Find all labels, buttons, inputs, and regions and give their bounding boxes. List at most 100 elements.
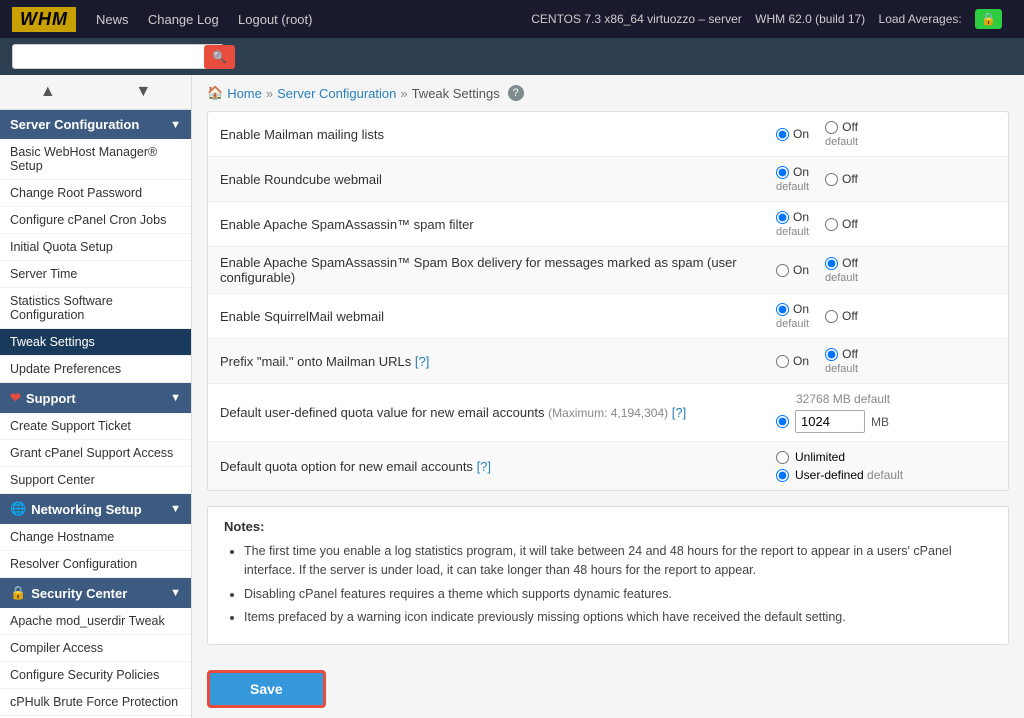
list-item: The first time you enable a log statisti… [244, 542, 992, 580]
sidebar-item-apache-mod[interactable]: Apache mod_userdir Tweak [0, 608, 191, 635]
mailman-prefix-help-link[interactable]: [?] [415, 354, 429, 369]
default-badge-mailman: default [825, 136, 858, 148]
radio-off-col-roundcube: Off [825, 172, 858, 186]
help-icon[interactable]: ? [508, 85, 524, 101]
nav-logout[interactable]: Logout (root) [238, 12, 312, 27]
mailman-on-label: On [793, 127, 809, 141]
chevron-down-icon: ▼ [170, 119, 181, 131]
notes-list: The first time you enable a log statisti… [224, 542, 992, 627]
sidebar-item-quota[interactable]: Initial Quota Setup [0, 234, 191, 261]
roundcube-off-radio[interactable] [825, 173, 838, 186]
setting-label-mailman-prefix: Prefix "mail." onto Mailman URLs [?] [220, 354, 776, 369]
save-button[interactable]: Save [207, 670, 326, 708]
home-icon: 🏠 [207, 85, 223, 101]
save-section: Save [207, 660, 1009, 718]
chevron-down-icon-networking: ▼ [170, 503, 181, 515]
quota-value-input[interactable]: 1024 [795, 410, 865, 433]
table-row: Enable SquirrelMail webmail On default O… [208, 294, 1008, 339]
spambox-off-radio[interactable] [825, 257, 838, 270]
mailman-off-label: Off [842, 120, 858, 134]
search-button[interactable]: 🔍 [204, 45, 235, 69]
quota-custom-radio[interactable] [776, 415, 789, 428]
sidebar-section-server-config[interactable]: Server Configuration ▼ [0, 110, 191, 139]
mailman-on-radio[interactable] [776, 128, 789, 141]
roundcube-on-radio[interactable] [776, 166, 789, 179]
radio-off-mailman[interactable]: Off [825, 120, 858, 134]
sidebar-item-basic-setup[interactable]: Basic WebHost Manager® Setup [0, 139, 191, 180]
table-row: Default user-defined quota value for new… [208, 384, 1008, 442]
spamassassin-off-radio[interactable] [825, 218, 838, 231]
table-row: Enable Apache SpamAssassin™ Spam Box del… [208, 247, 1008, 294]
support-icon: ❤ [10, 390, 21, 406]
spambox-on-radio[interactable] [776, 264, 789, 277]
setting-label-spambox: Enable Apache SpamAssassin™ Spam Box del… [220, 255, 776, 285]
nav-arrows: ▲ ▼ [0, 75, 191, 110]
quota-unlimited-label: Unlimited [795, 450, 845, 464]
sidebar-item-cphulk[interactable]: cPHulk Brute Force Protection [0, 689, 191, 716]
settings-table: Enable Mailman mailing lists On Off [207, 111, 1009, 491]
breadcrumb-current: Tweak Settings [412, 86, 500, 101]
quota-unit-label: MB [871, 415, 889, 429]
sidebar-item-stats-software[interactable]: Statistics Software Configuration [0, 288, 191, 329]
sidebar-item-compiler-access[interactable]: Compiler Access [0, 635, 191, 662]
quota-controls: 32768 MB default 1024 MB [776, 392, 996, 433]
table-row: Enable Apache SpamAssassin™ spam filter … [208, 202, 1008, 247]
setting-controls-mailman: On Off default [776, 120, 996, 148]
mailman-off-radio[interactable] [825, 121, 838, 134]
sidebar-item-security-policies[interactable]: Configure Security Policies [0, 662, 191, 689]
networking-label: Networking Setup [31, 502, 170, 517]
quota-help-link[interactable]: [?] [672, 405, 686, 420]
squirrelmail-off-radio[interactable] [825, 310, 838, 323]
sidebar-item-create-ticket[interactable]: Create Support Ticket [0, 413, 191, 440]
sidebar-item-support-center[interactable]: Support Center [0, 467, 191, 494]
radio-on-mailman[interactable]: On [776, 127, 809, 141]
setting-controls-spambox: On Off default [776, 256, 996, 284]
default-badge-mp: default [825, 363, 858, 375]
nav-news[interactable]: News [96, 12, 129, 27]
setting-controls-squirrelmail: On default Off [776, 302, 996, 330]
sidebar-item-cron[interactable]: Configure cPanel Cron Jobs [0, 207, 191, 234]
sidebar-item-resolver[interactable]: Resolver Configuration [0, 551, 191, 578]
mailman-prefix-off-radio[interactable] [825, 348, 838, 361]
quota-sublabel: (Maximum: 4,194,304) [548, 406, 668, 420]
sidebar: ▲ ▼ Server Configuration ▼ Basic WebHost… [0, 75, 192, 718]
quota-option-controls: Unlimited User-defined default [776, 450, 996, 482]
table-row: Enable Roundcube webmail On default Off [208, 157, 1008, 202]
list-item: Items prefaced by a warning icon indicat… [244, 608, 992, 627]
server-info: CENTOS 7.3 x86_64 virtuozzo – server WHM… [531, 12, 1012, 26]
chevron-down-icon-support: ▼ [170, 392, 181, 404]
quota-userdefined-radio[interactable] [776, 469, 789, 482]
quota-unlimited-radio[interactable] [776, 451, 789, 464]
lock-icon: 🔒 [975, 9, 1002, 29]
nav-changelog[interactable]: Change Log [148, 12, 219, 27]
whm-logo: WHM [12, 7, 76, 32]
sidebar-item-server-time[interactable]: Server Time [0, 261, 191, 288]
security-icon: 🔒 [10, 585, 26, 601]
notes-section: Notes: The first time you enable a log s… [207, 506, 1009, 645]
breadcrumb-home[interactable]: Home [227, 86, 262, 101]
sidebar-item-tweak-settings[interactable]: Tweak Settings [0, 329, 191, 356]
setting-label-spamassassin: Enable Apache SpamAssassin™ spam filter [220, 217, 776, 232]
sidebar-item-grant-access[interactable]: Grant cPanel Support Access [0, 440, 191, 467]
networking-icon: 🌐 [10, 501, 26, 517]
radio-on-col-roundcube: On default [776, 165, 809, 193]
squirrelmail-on-radio[interactable] [776, 303, 789, 316]
sidebar-item-change-root[interactable]: Change Root Password [0, 180, 191, 207]
sidebar-item-hostname[interactable]: Change Hostname [0, 524, 191, 551]
chevron-down-icon-security: ▼ [170, 587, 181, 599]
mailman-prefix-on-radio[interactable] [776, 355, 789, 368]
nav-down-arrow[interactable]: ▼ [96, 75, 192, 109]
quota-option-help-link[interactable]: [?] [477, 459, 491, 474]
default-badge-squirrelmail: default [776, 318, 809, 330]
nav-up-arrow[interactable]: ▲ [0, 75, 96, 109]
search-input[interactable] [12, 44, 224, 69]
sidebar-section-networking[interactable]: 🌐 Networking Setup ▼ [0, 494, 191, 524]
table-row: Enable Mailman mailing lists On Off [208, 112, 1008, 157]
sidebar-section-security[interactable]: 🔒 Security Center ▼ [0, 578, 191, 608]
setting-label-quota: Default user-defined quota value for new… [220, 405, 776, 420]
server-config-label: Server Configuration [10, 117, 139, 132]
sidebar-section-support[interactable]: ❤ Support ▼ [0, 383, 191, 413]
spamassassin-on-radio[interactable] [776, 211, 789, 224]
sidebar-item-update-prefs[interactable]: Update Preferences [0, 356, 191, 383]
breadcrumb-server-config[interactable]: Server Configuration [277, 86, 396, 101]
